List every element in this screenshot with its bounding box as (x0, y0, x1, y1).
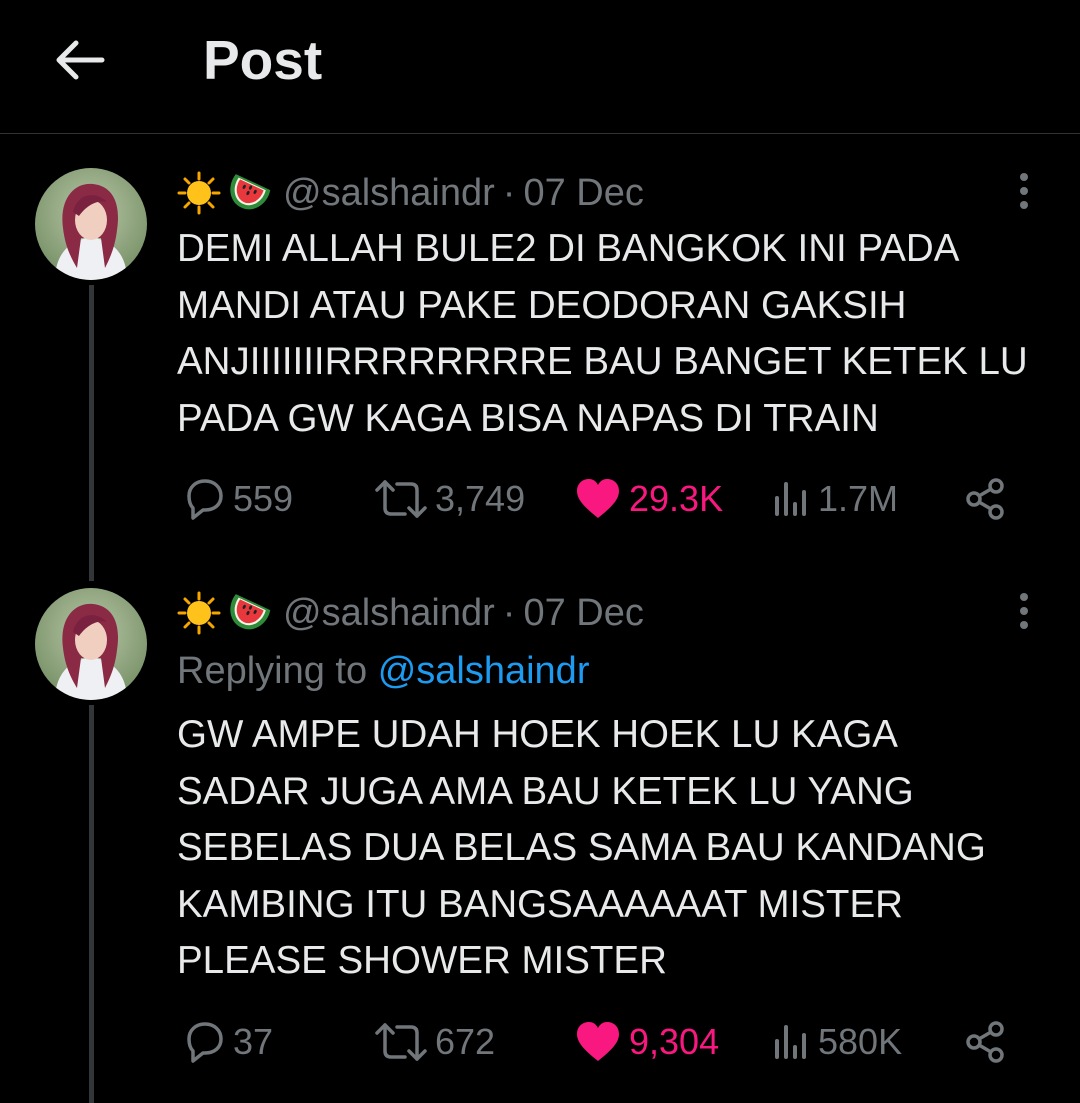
views-chart-icon (775, 1025, 806, 1059)
reply-icon (187, 479, 223, 520)
repost-icon (375, 480, 427, 518)
share-icon (966, 1021, 1004, 1063)
repost-count: 3,749 (435, 478, 526, 519)
repost-icon (375, 1023, 427, 1061)
avatar[interactable] (35, 588, 147, 700)
view-count: 1.7M (818, 478, 899, 519)
share-icon (966, 478, 1004, 520)
replying-to-label: Replying to (177, 650, 368, 692)
page-title: Post (203, 29, 323, 91)
heart-filled-icon (577, 1022, 619, 1061)
avatar[interactable] (35, 168, 147, 280)
view-count: 580K (818, 1021, 903, 1062)
reply-count: 559 (233, 478, 294, 519)
heart-filled-icon (577, 479, 619, 518)
replying-to-mention[interactable]: @salshaindr (378, 650, 590, 692)
share-button[interactable] (963, 471, 1009, 527)
sun-emoji-icon (177, 591, 221, 635)
reply-button[interactable]: 37 (179, 1014, 273, 1070)
tweet-header: @salshaindr · 07 Dec (177, 165, 644, 221)
tweet-header: @salshaindr · 07 Dec (177, 585, 644, 641)
like-button[interactable]: 29.3K (573, 471, 723, 527)
thread-connector-line (89, 705, 94, 1103)
like-button[interactable]: 9,304 (573, 1014, 719, 1070)
reply-icon (187, 1022, 223, 1063)
post-date[interactable]: 07 Dec (523, 592, 643, 635)
tweet-text: DEMI ALLAH BULE2 DI BANGKOK INI PADA MAN… (177, 227, 1028, 440)
reply-count: 37 (233, 1021, 274, 1062)
repost-button[interactable]: 672 (373, 1014, 495, 1070)
separator-dot: · (502, 171, 516, 214)
post-date[interactable]: 07 Dec (523, 172, 643, 215)
repost-count: 672 (435, 1021, 496, 1062)
repost-button[interactable]: 3,749 (373, 471, 525, 527)
user-handle[interactable]: @salshaindr (283, 592, 495, 635)
watermelon-emoji-icon (230, 594, 271, 630)
views-chart-icon (775, 482, 806, 516)
user-handle[interactable]: @salshaindr (283, 172, 495, 215)
sun-emoji-icon (177, 171, 221, 215)
thread-connector-line (89, 285, 94, 581)
like-count: 9,304 (629, 1021, 720, 1062)
views-button[interactable]: 1.7M (772, 471, 898, 527)
views-button[interactable]: 580K (772, 1014, 902, 1070)
like-count: 29.3K (629, 478, 724, 519)
watermelon-emoji-icon (230, 174, 271, 210)
reply-button[interactable]: 559 (179, 471, 293, 527)
tweet-actions: 559 3,749 29.3K 1.7M (177, 471, 1037, 527)
display-name[interactable] (177, 171, 271, 215)
arrow-left-icon (56, 40, 105, 80)
more-options-button[interactable] (1012, 170, 1036, 210)
top-bar: Post (0, 0, 1080, 134)
tweet-text: GW AMPE UDAH HOEK HOEK LU KAGA SADAR JUG… (177, 713, 986, 982)
tweet-actions: 37 672 9,304 580K (177, 1014, 1037, 1070)
back-button[interactable] (50, 30, 110, 90)
display-name[interactable] (177, 591, 271, 635)
share-button[interactable] (963, 1014, 1009, 1070)
separator-dot: · (502, 591, 516, 634)
more-options-button[interactable] (1012, 590, 1036, 630)
replying-to: Replying to @salshaindr (177, 643, 589, 699)
